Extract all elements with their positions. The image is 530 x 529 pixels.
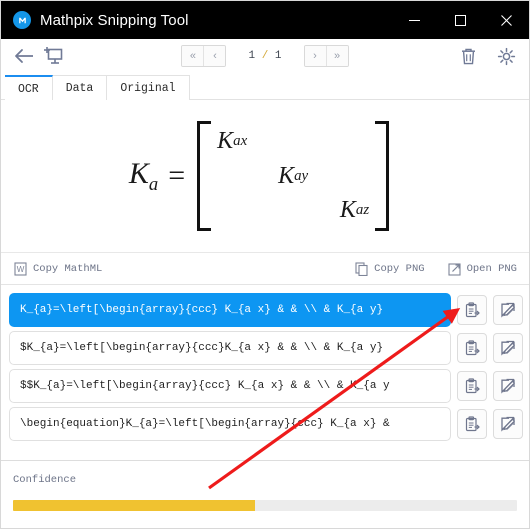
- edit-result-button-4[interactable]: [493, 409, 523, 439]
- confidence-bar-track: [13, 500, 517, 511]
- title-bar: Mathpix Snipping Tool: [1, 1, 529, 39]
- trash-icon[interactable]: [453, 42, 483, 70]
- matrix-entry-3: Kaz: [339, 197, 370, 223]
- matrix-entry-1: Kax: [217, 128, 248, 154]
- edit-result-button-2[interactable]: [493, 333, 523, 363]
- new-snip-icon[interactable]: [39, 42, 69, 70]
- window-controls: [391, 1, 529, 39]
- result-row-4[interactable]: \begin{equation}K_{a}=\left[\begin{array…: [9, 407, 523, 441]
- confidence-section: Confidence: [1, 460, 529, 528]
- copy-actions-bar: W Copy MathML Copy PNG Open PNG: [1, 253, 529, 285]
- matrix-entry-2: Kay: [278, 162, 309, 189]
- previous-page-button[interactable]: ‹: [203, 46, 226, 66]
- matrix-right-bracket: [375, 121, 390, 231]
- tab-data[interactable]: Data: [51, 75, 108, 100]
- open-png-label: Open PNG: [466, 262, 517, 275]
- copy-result-button-2[interactable]: [457, 333, 487, 363]
- result-row-2[interactable]: $K_{a}=\left[\begin{array}{ccc}K_{a x} &…: [9, 331, 523, 365]
- mathpix-logo-icon: [13, 11, 31, 29]
- toolbar-right-actions: [453, 39, 521, 73]
- page-indicator: 1 / 1: [248, 50, 281, 62]
- maximize-icon[interactable]: [437, 1, 483, 39]
- copy-result-button-1[interactable]: [457, 295, 487, 325]
- result-row-3[interactable]: $$K_{a}=\left[\begin{array}{ccc} K_{a x}…: [9, 369, 523, 403]
- result-text-1[interactable]: K_{a}=\left[\begin{array}{ccc} K_{a x} &…: [9, 293, 451, 327]
- svg-text:W: W: [17, 265, 25, 274]
- nav-group-previous: « ‹: [181, 45, 227, 67]
- rendered-formula-panel: Ka = Kax Kay Kaz: [1, 100, 529, 253]
- page-total: 1: [274, 50, 282, 62]
- page-current: 1: [248, 50, 256, 62]
- back-arrow-icon[interactable]: [9, 42, 39, 70]
- close-icon[interactable]: [483, 1, 529, 39]
- tab-original[interactable]: Original: [106, 75, 190, 100]
- nav-group-next: › »: [303, 45, 349, 67]
- copy-bar-right-group: Copy PNG Open PNG: [354, 261, 517, 276]
- copy-pages-icon: [354, 261, 369, 276]
- minimize-icon[interactable]: [391, 1, 437, 39]
- copy-png-label: Copy PNG: [374, 262, 425, 275]
- edit-result-button-1[interactable]: [493, 295, 523, 325]
- formula-matrix: Kax Kay Kaz: [197, 121, 390, 231]
- copy-result-button-3[interactable]: [457, 371, 487, 401]
- toolbar: « ‹ 1 / 1 › »: [1, 39, 529, 73]
- formula-expression: Ka = Kax Kay Kaz: [128, 121, 390, 231]
- copy-mathml-button[interactable]: W Copy MathML: [13, 261, 102, 276]
- tab-bar: OCR Data Original: [1, 73, 529, 100]
- open-png-button[interactable]: Open PNG: [447, 261, 517, 276]
- edit-result-button-3[interactable]: [493, 371, 523, 401]
- window-title: Mathpix Snipping Tool: [40, 11, 189, 29]
- result-row-1[interactable]: K_{a}=\left[\begin{array}{ccc} K_{a x} &…: [9, 293, 523, 327]
- confidence-label: Confidence: [13, 474, 77, 486]
- page-navigation: « ‹ 1 / 1 › »: [1, 39, 529, 73]
- result-text-4[interactable]: \begin{equation}K_{a}=\left[\begin{array…: [9, 407, 451, 441]
- external-link-icon: [447, 261, 462, 276]
- matrix-left-bracket: [197, 121, 212, 231]
- formula-equals: =: [168, 159, 186, 192]
- confidence-bar-fill: [13, 500, 255, 511]
- gear-icon[interactable]: [491, 42, 521, 70]
- formula-lhs: Ka: [128, 156, 159, 195]
- page-separator: /: [261, 50, 269, 62]
- first-page-button[interactable]: «: [182, 46, 204, 66]
- last-page-button[interactable]: »: [325, 46, 348, 66]
- latex-results-list: K_{a}=\left[\begin{array}{ccc} K_{a x} &…: [1, 285, 529, 453]
- copy-result-button-4[interactable]: [457, 409, 487, 439]
- next-page-button[interactable]: ›: [304, 46, 326, 66]
- copy-png-button[interactable]: Copy PNG: [354, 261, 425, 276]
- mathpix-snipping-tool-window: Mathpix Snipping Tool « ‹ 1 / 1 › » OCR …: [0, 0, 530, 529]
- word-document-icon: W: [13, 261, 28, 276]
- result-text-3[interactable]: $$K_{a}=\left[\begin{array}{ccc} K_{a x}…: [9, 369, 451, 403]
- copy-mathml-label: Copy MathML: [33, 262, 103, 275]
- result-text-2[interactable]: $K_{a}=\left[\begin{array}{ccc}K_{a x} &…: [9, 331, 451, 365]
- matrix-body: Kax Kay Kaz: [211, 121, 375, 231]
- tab-ocr[interactable]: OCR: [5, 75, 53, 100]
